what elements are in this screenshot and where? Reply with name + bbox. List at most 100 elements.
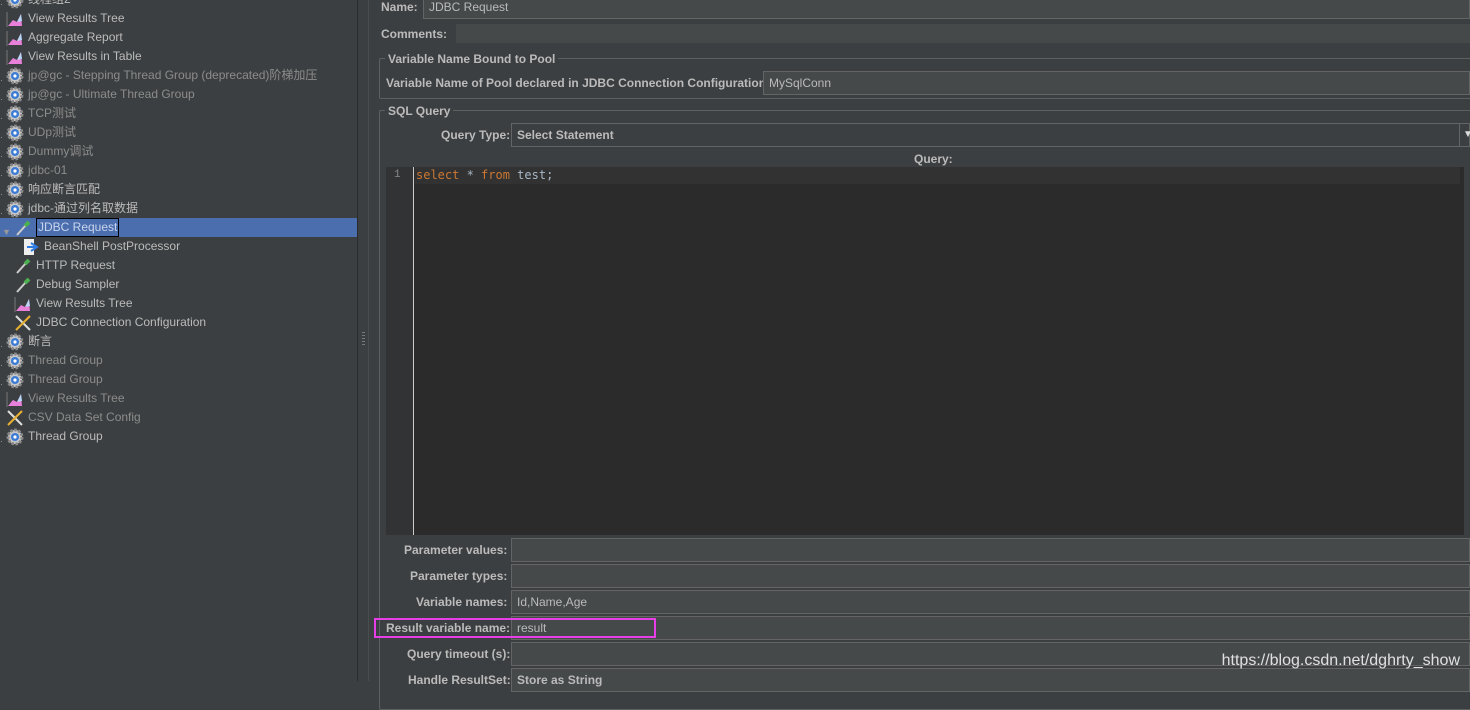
tree-item[interactable]: · Thread Group bbox=[0, 427, 357, 446]
tree-handle-icon[interactable]: · bbox=[0, 432, 3, 451]
thread-group-gear-icon bbox=[6, 67, 24, 85]
chevron-down-icon[interactable]: ▼ bbox=[1459, 124, 1470, 146]
line-gutter: 1 bbox=[386, 167, 414, 535]
tree-item-label: Thread Group bbox=[28, 429, 103, 443]
listener-graph-icon bbox=[6, 390, 24, 408]
tree-item[interactable]: CSV Data Set Config bbox=[0, 408, 357, 427]
code-text: * bbox=[459, 168, 482, 182]
sql-section-title: SQL Query bbox=[385, 104, 454, 118]
tree-item[interactable]: View Results in Table bbox=[0, 47, 357, 66]
tree-item-label: View Results Tree bbox=[28, 11, 125, 25]
editor-scrollbar[interactable] bbox=[1464, 167, 1470, 535]
current-line-highlight bbox=[415, 167, 1460, 184]
tree-item-label: jp@gc - Ultimate Thread Group bbox=[28, 87, 195, 101]
name-input[interactable]: JDBC Request bbox=[423, 0, 1470, 19]
tree-item[interactable]: · jp@gc - Ultimate Thread Group bbox=[0, 85, 357, 104]
tree-item[interactable]: · Thread Group bbox=[0, 351, 357, 370]
tree-item[interactable]: Debug Sampler bbox=[0, 275, 357, 294]
tree-item-label: Debug Sampler bbox=[36, 277, 120, 291]
tree-item[interactable]: · jdbc-通过列名取数据 bbox=[0, 199, 357, 218]
jdbc-request-panel: Name: JDBC Request Comments: Variable Na… bbox=[370, 0, 1470, 710]
tree-item[interactable]: · Thread Group bbox=[0, 370, 357, 389]
sql-code[interactable]: select * from test; bbox=[416, 168, 553, 182]
thread-group-gear-icon bbox=[6, 86, 24, 104]
tree-item[interactable]: BeanShell PostProcessor bbox=[0, 237, 357, 256]
tree-item-label: JDBC Request bbox=[36, 218, 120, 237]
comments-input[interactable] bbox=[456, 24, 1470, 43]
divider-grip[interactable] bbox=[362, 332, 365, 346]
test-plan-tree[interactable]: ·线程组2View Results TreeAggregate ReportVi… bbox=[0, 0, 357, 681]
tree-item[interactable]: · UDp测试 bbox=[0, 123, 357, 142]
tree-item-label: View Results Tree bbox=[28, 391, 125, 405]
thread-group-gear-icon bbox=[6, 352, 24, 370]
tree-item[interactable]: View Results Tree bbox=[0, 389, 357, 408]
tree-item-label: jp@gc - Stepping Thread Group (deprecate… bbox=[28, 68, 318, 82]
split-pane-divider[interactable] bbox=[357, 0, 369, 681]
tree-item[interactable]: · 断言 bbox=[0, 332, 357, 351]
thread-group-gear-icon bbox=[6, 124, 24, 142]
tree-item[interactable]: · jdbc-01 bbox=[0, 161, 357, 180]
tree-item[interactable]: HTTP Request bbox=[0, 256, 357, 275]
variable-names-input[interactable]: Id,Name,Age bbox=[511, 590, 1470, 614]
tree-item-label: TCP测试 bbox=[28, 106, 77, 120]
tree-item[interactable]: · TCP测试 bbox=[0, 104, 357, 123]
query-type-select[interactable]: Select Statement ▼ bbox=[511, 123, 1470, 147]
thread-group-gear-icon bbox=[6, 143, 24, 161]
tree-item[interactable]: ▼ JDBC Request bbox=[0, 218, 357, 237]
code-text: test; bbox=[509, 168, 554, 182]
tree-item-label: View Results Tree bbox=[36, 296, 133, 310]
tree-item[interactable]: · Dummy调试 bbox=[0, 142, 357, 161]
tree-item-label: BeanShell PostProcessor bbox=[44, 239, 181, 253]
config-wrench-icon bbox=[6, 409, 24, 427]
tree-item[interactable]: View Results Tree bbox=[0, 9, 357, 28]
tree-item-label: Dummy调试 bbox=[28, 144, 94, 158]
thread-group-gear-icon bbox=[6, 428, 24, 446]
sql-query-editor[interactable]: 1 select * from test; bbox=[386, 167, 1470, 535]
parameter-values-input[interactable] bbox=[511, 538, 1470, 562]
tree-item[interactable]: JDBC Connection Configuration bbox=[0, 313, 357, 332]
listener-graph-icon bbox=[6, 29, 24, 47]
comments-label: Comments: bbox=[381, 27, 448, 41]
tree-item[interactable]: · 响应断言匹配 bbox=[0, 180, 357, 199]
line-number: 1 bbox=[394, 169, 401, 181]
tree-item-label: 断言 bbox=[28, 334, 53, 348]
tree-item[interactable]: ·线程组2 bbox=[0, 0, 357, 9]
query-label: Query: bbox=[914, 152, 953, 166]
parameter-types-input[interactable] bbox=[511, 564, 1470, 588]
thread-group-gear-icon bbox=[6, 200, 24, 218]
listener-graph-icon bbox=[6, 10, 24, 28]
tree-item[interactable]: · jp@gc - Stepping Thread Group (deprecat… bbox=[0, 66, 357, 85]
listener-graph-icon bbox=[6, 48, 24, 66]
tree-item[interactable]: View Results Tree bbox=[0, 294, 357, 313]
tree-item-label: Aggregate Report bbox=[28, 30, 123, 44]
pool-label: Variable Name of Pool declared in JDBC C… bbox=[386, 76, 771, 90]
query-type-value: Select Statement bbox=[517, 128, 614, 142]
parameter-types-label: Parameter types: bbox=[410, 569, 508, 583]
parameter-values-label: Parameter values: bbox=[404, 543, 508, 557]
sampler-pipette-icon bbox=[14, 257, 32, 275]
tree-item-label: 线程组2 bbox=[28, 0, 71, 9]
handle-resultset-select[interactable]: Store as String bbox=[511, 668, 1470, 692]
thread-group-gear-icon bbox=[6, 371, 24, 389]
tree-item[interactable]: Aggregate Report bbox=[0, 28, 357, 47]
sampler-pipette-icon bbox=[14, 276, 32, 294]
thread-group-gear-icon bbox=[6, 181, 24, 199]
tree-item-label: View Results in Table bbox=[28, 49, 142, 63]
tree-item-label: jdbc-通过列名取数据 bbox=[28, 201, 139, 215]
postprocessor-arrow-icon bbox=[22, 238, 40, 256]
watermark: https://blog.csdn.net/dghrty_show bbox=[1221, 652, 1460, 669]
query-type-label: Query Type: bbox=[441, 128, 511, 142]
tree-item-label: CSV Data Set Config bbox=[28, 410, 141, 424]
thread-group-gear-icon bbox=[6, 105, 24, 123]
highlight-annotation-box bbox=[374, 618, 656, 638]
tree-item-label: UDp测试 bbox=[28, 125, 77, 139]
config-wrench-icon bbox=[14, 314, 32, 332]
variable-names-label: Variable names: bbox=[416, 595, 508, 609]
name-label: Name: bbox=[381, 0, 418, 14]
sampler-pipette-icon bbox=[14, 219, 32, 237]
pool-section-title: Variable Name Bound to Pool bbox=[385, 52, 559, 66]
pool-input[interactable]: MySqlConn bbox=[763, 71, 1470, 95]
thread-group-gear-icon bbox=[6, 162, 24, 180]
thread-group-gear-icon bbox=[6, 0, 24, 9]
tree-item-label: Thread Group bbox=[28, 372, 103, 386]
